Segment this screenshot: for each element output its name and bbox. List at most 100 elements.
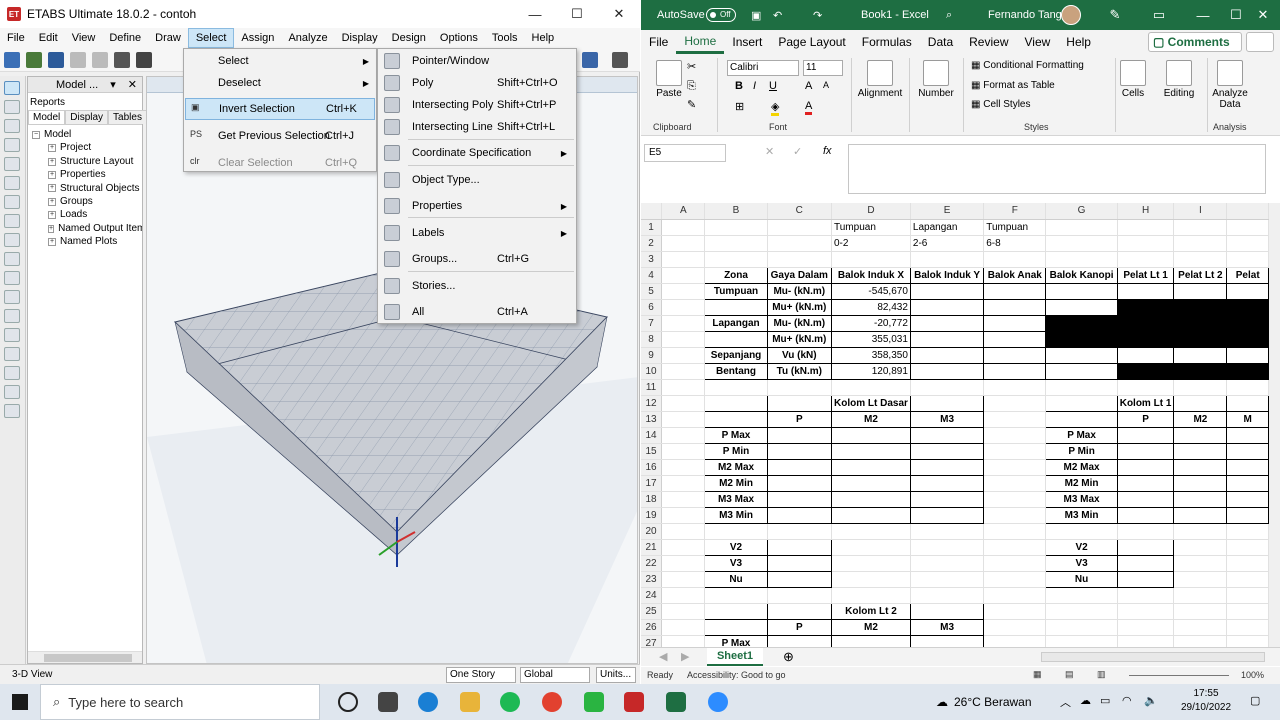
cell[interactable]: Mu+ (kN.m) — [766, 330, 833, 348]
row-header[interactable]: 27 — [641, 635, 663, 647]
menu-options[interactable]: Options — [433, 28, 485, 48]
row-header[interactable]: 9 — [641, 347, 663, 364]
cell[interactable] — [831, 506, 911, 524]
cell[interactable] — [766, 458, 833, 476]
expand-icon[interactable]: + — [48, 144, 56, 153]
cell[interactable] — [983, 459, 1047, 476]
add-sheet-icon[interactable]: ⊕ — [783, 649, 794, 665]
previous-select-tool-icon[interactable] — [4, 366, 20, 380]
cell[interactable] — [910, 555, 985, 572]
clear-select-tool-icon[interactable] — [4, 385, 20, 399]
cell[interactable]: Tumpuan — [704, 282, 768, 300]
cell[interactable] — [1116, 330, 1175, 348]
submenu-item-labels[interactable]: Labels ▶ — [379, 222, 575, 244]
save-icon[interactable] — [48, 51, 64, 68]
cell[interactable] — [661, 635, 706, 647]
slab-tool-icon[interactable] — [4, 214, 20, 228]
onedrive-icon[interactable]: ☁ — [1080, 694, 1091, 707]
cell[interactable] — [1173, 603, 1228, 620]
panel-hscroll[interactable] — [28, 651, 142, 663]
menu-view[interactable]: View — [65, 28, 103, 48]
cell[interactable]: 0-2 — [831, 235, 911, 252]
cell[interactable]: M2 Max — [704, 458, 768, 476]
cell[interactable] — [1173, 490, 1228, 508]
open-icon[interactable] — [26, 51, 42, 68]
reports-tab[interactable]: Reports — [28, 93, 142, 108]
row-header[interactable]: 10 — [641, 363, 663, 380]
vertical-scrollbar[interactable] — [1269, 203, 1280, 647]
menu-analyze[interactable]: Analyze — [281, 28, 334, 48]
menu-file[interactable]: File — [0, 28, 32, 48]
fill-color-icon[interactable]: ◈ — [771, 100, 780, 116]
clock[interactable]: 17:55 29/10/2022 — [1176, 687, 1236, 715]
cell[interactable] — [661, 235, 706, 252]
cell[interactable] — [1226, 458, 1269, 476]
row-header[interactable]: 14 — [641, 427, 663, 444]
panel-close-icon[interactable]: ✕ — [128, 78, 137, 91]
cell[interactable] — [1226, 298, 1269, 316]
cell[interactable] — [1116, 362, 1175, 380]
column-header[interactable]: C — [767, 203, 833, 220]
cell[interactable] — [1226, 219, 1269, 236]
cell[interactable]: M3 — [909, 410, 985, 428]
row-header[interactable]: 3 — [641, 251, 663, 268]
grow-font-icon[interactable]: A — [805, 80, 812, 92]
close-button[interactable]: ✕ — [1241, 0, 1280, 30]
cell[interactable] — [1173, 474, 1228, 492]
line-tool-icon[interactable] — [4, 119, 20, 133]
cell[interactable]: P — [766, 410, 833, 428]
row-header[interactable]: 5 — [641, 283, 663, 300]
redo-icon[interactable]: ↷ — [813, 9, 822, 22]
cell[interactable] — [983, 539, 1047, 556]
weather-widget[interactable]: ☁ 26°C Berawan — [936, 684, 1032, 720]
minimize-button[interactable]: — — [514, 0, 556, 28]
cell[interactable] — [1045, 619, 1118, 636]
cell[interactable] — [1173, 346, 1228, 364]
tab-model[interactable]: Model — [28, 110, 66, 124]
row-header[interactable]: 12 — [641, 395, 663, 412]
cell[interactable] — [661, 331, 706, 348]
cell[interactable]: Vu (kN) — [766, 346, 833, 364]
cell[interactable] — [767, 235, 833, 252]
cell[interactable] — [909, 330, 985, 348]
cell[interactable] — [661, 299, 706, 316]
etabs-taskbar-icon[interactable] — [624, 692, 644, 712]
italic-button[interactable]: I — [753, 80, 756, 92]
cell[interactable] — [1116, 570, 1175, 588]
cell[interactable] — [766, 538, 833, 556]
cell[interactable] — [1226, 362, 1269, 380]
submenu-item-pointer-window[interactable]: Pointer/Window — [379, 50, 575, 72]
cell[interactable]: Balok Induk X — [831, 266, 911, 284]
editing-button[interactable]: Editing — [1157, 60, 1201, 99]
shrink-font-icon[interactable]: A — [823, 80, 829, 90]
row-header[interactable]: 20 — [641, 523, 663, 540]
notification-icon[interactable]: ▢ — [1250, 694, 1260, 707]
cell[interactable] — [1045, 362, 1118, 380]
menu-assign[interactable]: Assign — [234, 28, 281, 48]
cell[interactable] — [661, 395, 706, 412]
column-tool-icon[interactable] — [4, 138, 20, 152]
cell[interactable] — [1045, 282, 1118, 300]
cell[interactable]: M2 Max — [1045, 458, 1118, 476]
expand-icon[interactable]: + — [48, 170, 56, 179]
analyze-data-button[interactable]: Analyze Data — [1211, 60, 1249, 110]
cell[interactable]: -545,670 — [831, 282, 911, 300]
cell[interactable]: Tumpuan — [831, 219, 911, 236]
underline-button[interactable]: U — [769, 80, 777, 92]
cell[interactable] — [909, 442, 985, 460]
format-as-table-button[interactable]: ▦ Format as Table — [971, 80, 1055, 91]
cell[interactable] — [1117, 251, 1175, 268]
cell[interactable] — [831, 555, 911, 572]
cell[interactable] — [767, 251, 833, 268]
cell[interactable] — [1173, 235, 1228, 252]
cell[interactable] — [704, 330, 768, 348]
cell[interactable]: Lapangan — [704, 314, 768, 332]
font-name-select[interactable]: Calibri — [727, 60, 799, 76]
menu-design[interactable]: Design — [385, 28, 433, 48]
cell[interactable] — [1173, 426, 1228, 444]
cell[interactable]: Gaya Dalam — [766, 266, 833, 284]
cell[interactable] — [1226, 282, 1269, 300]
select-all-corner[interactable] — [641, 203, 663, 220]
column-header[interactable]: G — [1045, 203, 1118, 220]
cells-button[interactable]: Cells — [1119, 60, 1147, 99]
